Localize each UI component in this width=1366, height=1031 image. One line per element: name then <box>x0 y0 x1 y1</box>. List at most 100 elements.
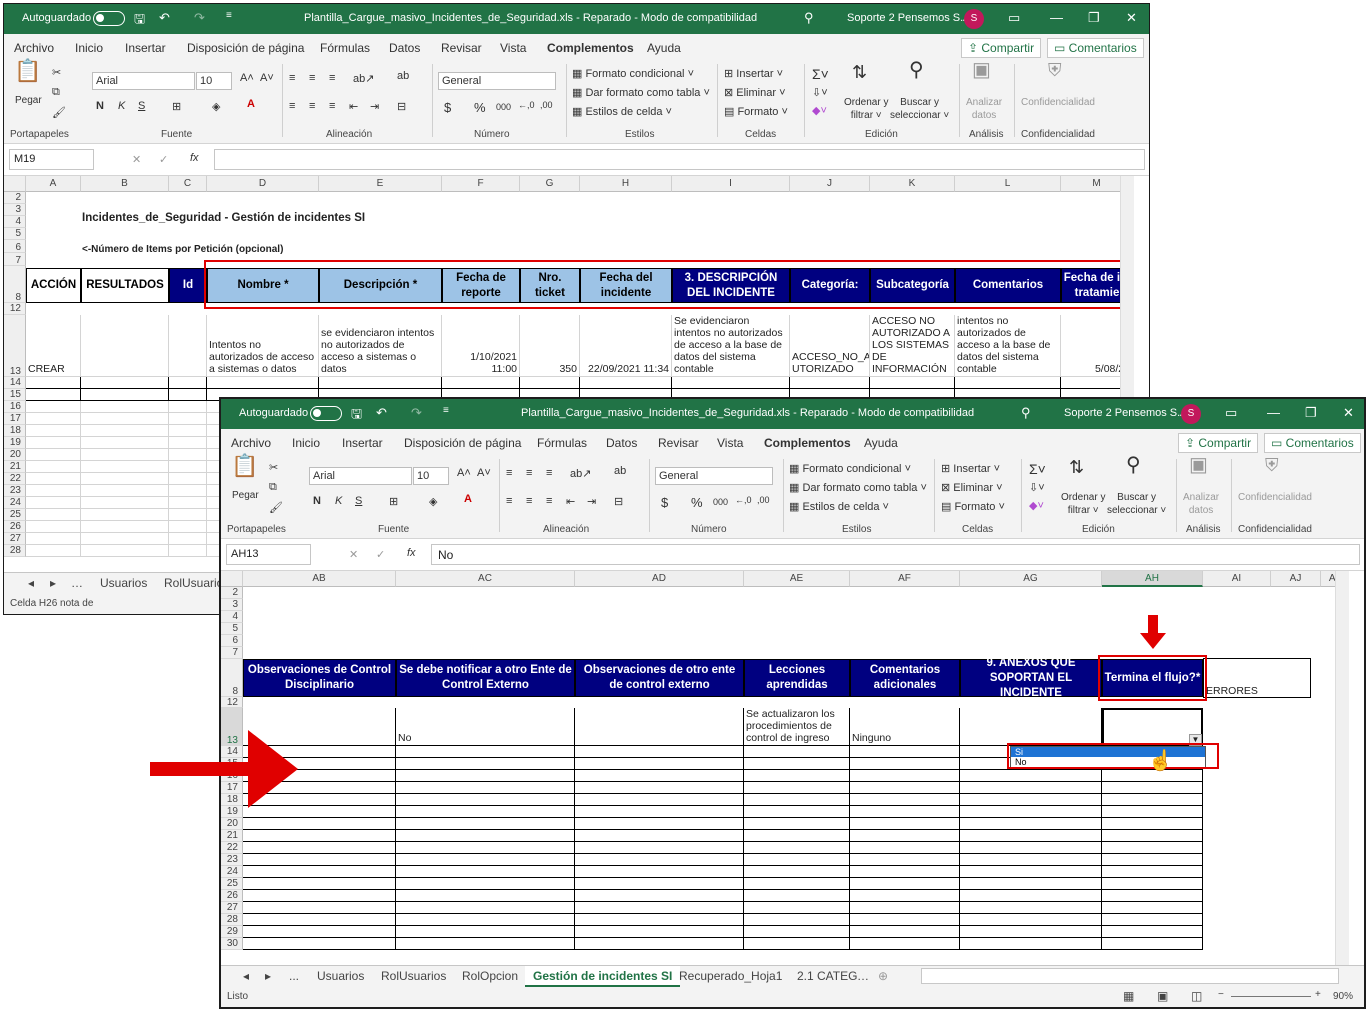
row-header[interactable]: 2 <box>221 587 243 599</box>
table-cell[interactable] <box>850 818 960 830</box>
table-cell[interactable] <box>960 794 1102 806</box>
table-cell[interactable]: se evidenciaron intentos no autorizados … <box>319 315 442 377</box>
table-cell[interactable] <box>396 842 575 854</box>
table-cell[interactable]: 22/09/2021 11:34 <box>580 315 672 377</box>
menu-disposicion[interactable]: Disposición de página <box>404 436 521 450</box>
table-cell[interactable] <box>575 890 744 902</box>
table-cell[interactable] <box>850 890 960 902</box>
row-header[interactable]: 21 <box>221 830 243 842</box>
menu-ayuda[interactable]: Ayuda <box>864 436 898 450</box>
table-cell[interactable] <box>1102 926 1203 938</box>
column-title[interactable]: Lecciones aprendidas <box>744 659 850 697</box>
increase-indent-icon[interactable]: ⇥ <box>370 100 379 113</box>
table-cell[interactable] <box>169 449 207 461</box>
column-header[interactable]: B <box>81 176 169 192</box>
column-header[interactable]: AI <box>1203 571 1271 587</box>
table-cell[interactable] <box>960 830 1102 842</box>
format-cells-button[interactable]: ▤ Formato ˅ <box>941 500 1005 513</box>
font-color-icon[interactable]: A <box>247 98 255 110</box>
column-header[interactable]: AJ <box>1271 571 1321 587</box>
table-cell[interactable] <box>1102 806 1203 818</box>
borders-icon[interactable]: ⊞ <box>172 100 181 113</box>
cut-icon[interactable]: ✂ <box>269 461 278 474</box>
format-cells-button[interactable]: ▤ Formato ˅ <box>724 105 788 118</box>
table-cell[interactable] <box>744 794 850 806</box>
table-cell[interactable]: 1/10/2021 11:00 <box>442 315 520 377</box>
row-header[interactable]: 4 <box>221 611 243 623</box>
font-size-select[interactable]: 10 <box>196 72 232 90</box>
row-header[interactable]: 14 <box>4 377 26 389</box>
table-cell[interactable] <box>26 497 81 509</box>
column-header[interactable]: F <box>442 176 520 192</box>
table-cell[interactable] <box>169 437 207 449</box>
row-header[interactable]: 20 <box>221 818 243 830</box>
table-cell[interactable] <box>744 914 850 926</box>
table-cell[interactable] <box>744 758 850 770</box>
table-cell[interactable] <box>243 902 396 914</box>
search-icon[interactable]: ⚲ <box>804 10 814 26</box>
table-cell[interactable] <box>81 485 169 497</box>
wrap-text-icon[interactable]: ab <box>614 465 626 477</box>
row-header[interactable]: 20 <box>4 449 26 461</box>
table-cell[interactable] <box>81 425 169 437</box>
row-header[interactable]: 3 <box>221 599 243 611</box>
table-cell[interactable] <box>243 842 396 854</box>
table-cell[interactable] <box>81 473 169 485</box>
align-bottom-icon[interactable]: ≡ <box>329 72 335 84</box>
page-layout-icon[interactable]: ▣ <box>1157 989 1168 1003</box>
table-cell[interactable] <box>744 770 850 782</box>
fill-icon[interactable]: ⇩˅ <box>1029 481 1045 494</box>
delete-cells-button[interactable]: ⊠ Eliminar ˅ <box>724 86 786 99</box>
row-header[interactable]: 7 <box>221 647 243 659</box>
format-painter-icon[interactable]: 🖌 <box>52 106 66 119</box>
cancel-icon[interactable]: ✕ <box>349 548 358 561</box>
sort-filter-button[interactable]: Ordenar y filtrar ˅ <box>844 96 888 122</box>
borders-icon[interactable]: ⊞ <box>389 495 398 508</box>
column-title[interactable]: RESULTADOS <box>81 268 169 303</box>
table-cell[interactable] <box>396 770 575 782</box>
autosave-toggle[interactable] <box>93 11 125 26</box>
column-header[interactable]: I <box>672 176 790 192</box>
row-header[interactable]: 22 <box>221 842 243 854</box>
table-cell[interactable] <box>396 782 575 794</box>
row-header[interactable]: 25 <box>4 509 26 521</box>
row-header[interactable]: 12 <box>221 697 243 708</box>
table-cell[interactable] <box>960 890 1102 902</box>
bold-button[interactable]: N <box>96 100 104 112</box>
merge-icon[interactable]: ⊟ <box>614 495 623 508</box>
table-cell[interactable] <box>26 449 81 461</box>
zoom-in-icon[interactable]: + <box>1315 989 1321 1000</box>
table-cell[interactable] <box>850 854 960 866</box>
table-cell[interactable]: ACCESO_NO_A UTORIZADO <box>790 315 870 377</box>
table-cell[interactable] <box>960 938 1102 950</box>
row-header[interactable]: 22 <box>4 473 26 485</box>
column-header[interactable]: L <box>955 176 1061 192</box>
table-cell[interactable] <box>396 866 575 878</box>
table-cell[interactable]: Se actualizaron los procedimientos de co… <box>744 708 850 746</box>
table-cell[interactable] <box>81 509 169 521</box>
table-cell[interactable] <box>396 806 575 818</box>
share-button[interactable]: ⇪ Compartir <box>1178 433 1259 453</box>
table-cell[interactable] <box>26 401 81 413</box>
table-cell[interactable]: Ninguno <box>850 708 960 746</box>
percent-icon[interactable]: % <box>474 100 486 115</box>
row-header[interactable]: 4 <box>4 216 26 228</box>
table-cell[interactable] <box>580 377 672 389</box>
table-cell[interactable] <box>1102 878 1203 890</box>
number-format-select[interactable]: General <box>438 72 556 90</box>
sort-filter-button[interactable]: Ordenar y filtrar ˅ <box>1061 491 1105 517</box>
table-cell[interactable] <box>850 806 960 818</box>
row-header[interactable]: 27 <box>221 902 243 914</box>
table-cell[interactable] <box>81 497 169 509</box>
format-painter-icon[interactable]: 🖌 <box>269 501 283 514</box>
table-cell[interactable] <box>81 449 169 461</box>
vertical-scrollbar[interactable] <box>1335 571 1349 967</box>
table-cell[interactable] <box>960 902 1102 914</box>
cell-styles-button[interactable]: ▦ Estilos de celda ˅ <box>789 500 889 513</box>
underline-button[interactable]: S <box>355 495 362 507</box>
table-cell[interactable] <box>575 866 744 878</box>
redo-icon[interactable]: ↷ <box>411 405 422 421</box>
table-cell[interactable] <box>81 413 169 425</box>
column-header[interactable]: A <box>26 176 81 192</box>
currency-icon[interactable]: $ <box>661 495 668 510</box>
